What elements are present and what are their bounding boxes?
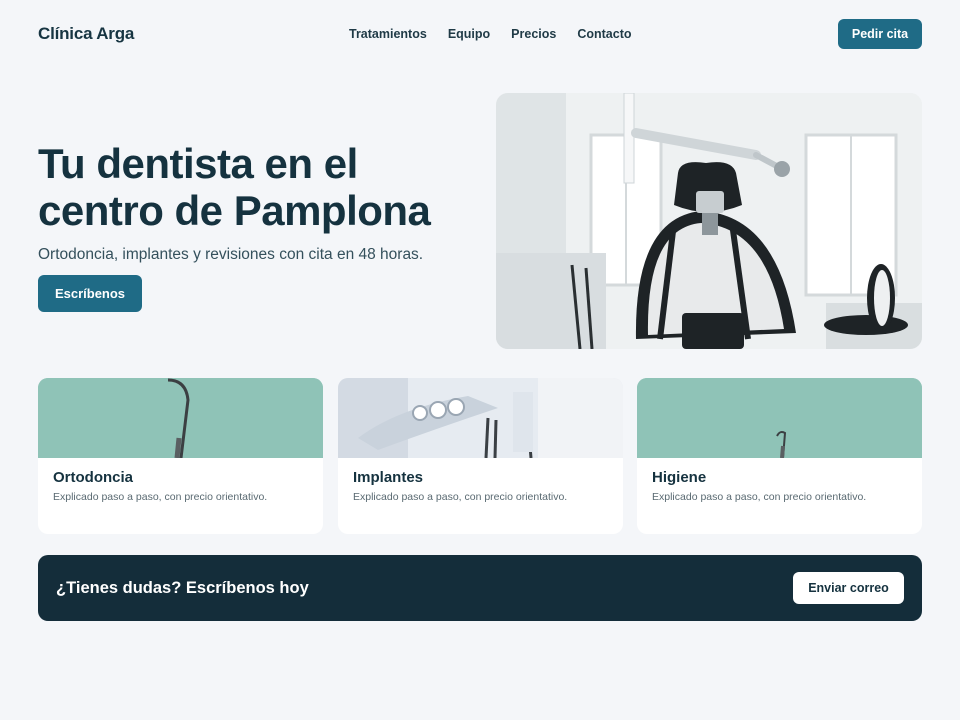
card-title: Implantes: [353, 469, 424, 486]
service-card-implantes[interactable]: Implantes Explicado paso a paso, con pre…: [338, 378, 623, 534]
hero-subtitle: Ortodoncia, implantes y revisiones con c…: [38, 246, 424, 263]
card-title: Ortodoncia: [53, 469, 134, 486]
main-nav: Tratamientos Equipo Precios Contacto: [349, 27, 632, 41]
nav-link-tratamientos[interactable]: Tratamientos: [349, 27, 427, 41]
contact-button[interactable]: Escríbenos: [38, 275, 142, 312]
card-title: Higiene: [652, 469, 707, 486]
nav-link-contacto[interactable]: Contacto: [577, 27, 631, 41]
card-image-dental-probe: [38, 378, 323, 458]
card-image-dental-tool: [637, 378, 922, 458]
hero-title: Tu dentista en el centro de Pamplona: [38, 140, 431, 234]
banner-text: ¿Tienes dudas? Escríbenos hoy: [56, 579, 309, 597]
contact-banner: ¿Tienes dudas? Escríbenos hoy Enviar cor…: [38, 555, 922, 621]
card-image-dental-light: [338, 378, 623, 458]
card-description: Explicado paso a paso, con precio orient…: [353, 491, 568, 503]
service-card-higiene[interactable]: Higiene Explicado paso a paso, con preci…: [637, 378, 922, 534]
service-card-ortodoncia[interactable]: Ortodoncia Explicado paso a paso, con pr…: [38, 378, 323, 534]
book-appointment-button[interactable]: Pedir cita: [838, 19, 922, 49]
card-description: Explicado paso a paso, con precio orient…: [652, 491, 867, 503]
brand-logo[interactable]: Clínica Arga: [38, 24, 134, 44]
nav-link-precios[interactable]: Precios: [511, 27, 556, 41]
hero-image-dental-chair: [496, 93, 922, 349]
nav-link-equipo[interactable]: Equipo: [448, 27, 490, 41]
site-header: Clínica Arga Tratamientos Equipo Precios…: [38, 18, 922, 50]
send-email-button[interactable]: Enviar correo: [793, 572, 904, 604]
card-description: Explicado paso a paso, con precio orient…: [53, 491, 268, 503]
dental-chair-illustration: [496, 93, 922, 349]
